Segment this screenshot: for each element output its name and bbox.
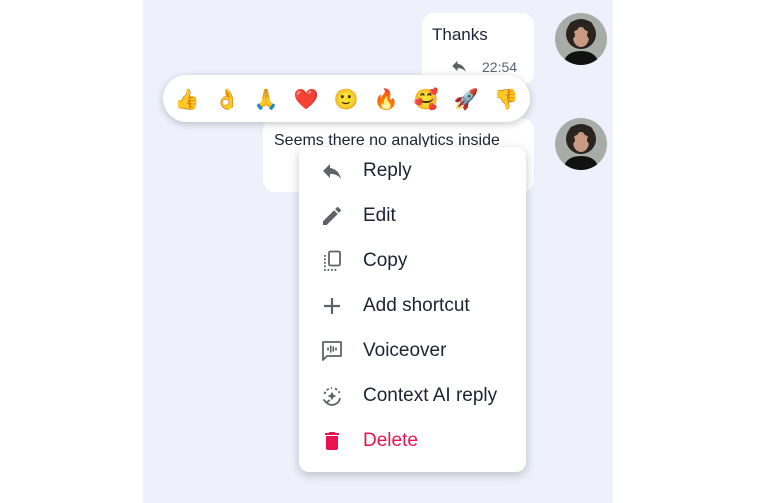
avatar[interactable] bbox=[555, 118, 607, 170]
menu-item-copy[interactable]: Copy bbox=[299, 240, 526, 282]
plus-icon bbox=[324, 298, 340, 314]
menu-item-voiceover[interactable]: Voiceover bbox=[299, 330, 526, 372]
reaction-fire[interactable]: 🔥 bbox=[372, 85, 400, 113]
message-time: 22:54 bbox=[482, 59, 518, 75]
menu-item-label: Voiceover bbox=[363, 340, 447, 361]
menu-item-add-shortcut[interactable]: Add shortcut bbox=[299, 285, 526, 327]
reaction-thumbs-down[interactable]: 👎 bbox=[492, 85, 520, 113]
reaction-smiling-face-with-hearts[interactable]: 🥰 bbox=[412, 85, 440, 113]
voiceover-icon bbox=[322, 341, 342, 361]
reply-icon bbox=[323, 164, 341, 179]
menu-item-label: Reply bbox=[363, 160, 412, 181]
menu-item-label: Context AI reply bbox=[363, 385, 498, 406]
message-context-menu: Reply Edit Copy Add shortcut Voiceover C… bbox=[299, 147, 526, 472]
reaction-bar: 👍 👌 🙏 ❤️ 🙂 🔥 🥰 🚀 👎 bbox=[163, 75, 530, 122]
trash-icon bbox=[325, 432, 339, 450]
reaction-rocket[interactable]: 🚀 bbox=[452, 85, 480, 113]
menu-item-edit[interactable]: Edit bbox=[299, 195, 526, 237]
message-text: Thanks bbox=[432, 25, 488, 44]
menu-item-reply[interactable]: Reply bbox=[299, 150, 526, 192]
menu-item-label: Edit bbox=[363, 205, 396, 226]
menu-item-label: Delete bbox=[363, 430, 418, 451]
ai-sparkle-icon bbox=[322, 387, 341, 406]
reaction-slightly-smiling-face[interactable]: 🙂 bbox=[332, 85, 360, 113]
menu-item-label: Copy bbox=[363, 250, 408, 271]
reaction-folded-hands[interactable]: 🙏 bbox=[252, 85, 280, 113]
reply-icon bbox=[452, 60, 466, 72]
menu-item-delete[interactable]: Delete bbox=[299, 420, 526, 462]
reaction-red-heart[interactable]: ❤️ bbox=[292, 85, 320, 113]
pencil-icon bbox=[323, 206, 342, 225]
copy-icon bbox=[324, 250, 341, 271]
reaction-ok-hand[interactable]: 👌 bbox=[213, 85, 241, 113]
avatar[interactable] bbox=[555, 13, 607, 65]
menu-item-label: Add shortcut bbox=[363, 295, 470, 316]
menu-item-context-ai-reply[interactable]: Context AI reply bbox=[299, 375, 526, 417]
reaction-thumbs-up[interactable]: 👍 bbox=[173, 85, 201, 113]
